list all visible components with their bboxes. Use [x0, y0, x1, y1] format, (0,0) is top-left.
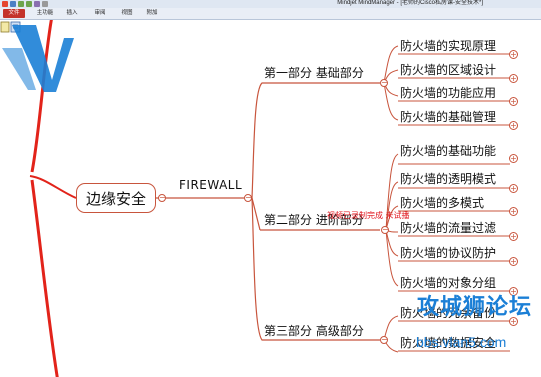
expand-toggle-icon[interactable]: +	[509, 50, 518, 59]
section-3-label[interactable]: 第三部分 高级部分	[264, 324, 364, 338]
tab-insert[interactable]: 插入	[63, 9, 81, 18]
topic-item[interactable]: 防火墙的功能应用	[400, 86, 496, 100]
topic-item[interactable]: 防火墙的基础功能	[400, 144, 496, 158]
expand-toggle-icon[interactable]: +	[509, 257, 518, 266]
branch-to-section-1	[251, 82, 380, 199]
topic-item[interactable]: 防火墙的基础管理	[400, 110, 496, 124]
root-curve	[29, 175, 77, 199]
tab-home[interactable]: 主功能	[33, 9, 57, 18]
customize-icon[interactable]	[42, 1, 48, 7]
tab-file[interactable]: 文件	[3, 9, 25, 18]
section-3-collapse-toggle[interactable]: −	[380, 336, 388, 344]
section-1-curve-4	[383, 82, 399, 121]
root-collapse-toggle[interactable]: −	[158, 194, 166, 202]
topic-item[interactable]: 防火墙的实现原理	[400, 39, 496, 53]
ribbon-tabs: 文件 主功能 插入 审阅 视图 附加	[0, 8, 541, 20]
section-1-label[interactable]: 第一部分 基础部分	[264, 66, 364, 80]
expand-toggle-icon[interactable]: +	[509, 97, 518, 106]
watermark-logo-icon	[2, 25, 74, 92]
topic-note: 视频已录制完成 未试播	[327, 211, 410, 220]
expand-toggle-icon[interactable]: +	[509, 184, 518, 193]
root-topic-label: 边缘安全	[85, 189, 146, 208]
topic-item[interactable]: 防火墙的多模式	[400, 196, 484, 210]
save-icon[interactable]	[10, 1, 16, 7]
tab-review[interactable]: 审阅	[91, 9, 109, 18]
expand-toggle-icon[interactable]: +	[509, 154, 518, 163]
parent-curve-lower	[30, 179, 59, 377]
branch-label-firewall[interactable]: FIREWALL	[179, 178, 242, 192]
section-2-collapse-toggle[interactable]: −	[381, 226, 389, 234]
topic-item[interactable]: 防火墙的协议防护	[400, 246, 496, 260]
app-icon[interactable]	[2, 1, 8, 7]
undo-icon[interactable]	[18, 1, 24, 7]
print-icon[interactable]	[34, 1, 40, 7]
expand-toggle-icon[interactable]: +	[509, 207, 518, 216]
expand-toggle-icon[interactable]: +	[509, 232, 518, 241]
topic-item[interactable]: 防火墙的对象分组	[400, 276, 496, 290]
watermark-url: bbs.vlan5.com	[416, 334, 507, 350]
watermark-title: 攻城狮论坛	[417, 295, 533, 320]
expand-toggle-icon[interactable]: +	[509, 121, 518, 130]
root-topic[interactable]: 边缘安全	[76, 183, 156, 213]
topic-item[interactable]: 防火墙的透明模式	[400, 172, 496, 186]
section-1-collapse-toggle[interactable]: −	[380, 79, 388, 87]
redo-icon[interactable]	[26, 1, 32, 7]
topic-item[interactable]: 防火墙的流量过滤	[400, 221, 496, 235]
window-title: Mindjet MindManager - [老师的Cisco私房课-安全技术*…	[337, 0, 483, 6]
expand-toggle-icon[interactable]: +	[509, 74, 518, 83]
map-canvas[interactable]: 边缘安全 − FIREWALL − 第一部分 基础部分 − 第二部分 进阶部分 …	[0, 20, 541, 377]
tab-view[interactable]: 视图	[118, 9, 136, 18]
quick-access-toolbar	[2, 0, 48, 8]
branch-collapse-toggle[interactable]: −	[244, 194, 252, 202]
tab-addins[interactable]: 附加	[143, 9, 161, 18]
topic-item[interactable]: 防火墙的区域设计	[400, 63, 496, 77]
